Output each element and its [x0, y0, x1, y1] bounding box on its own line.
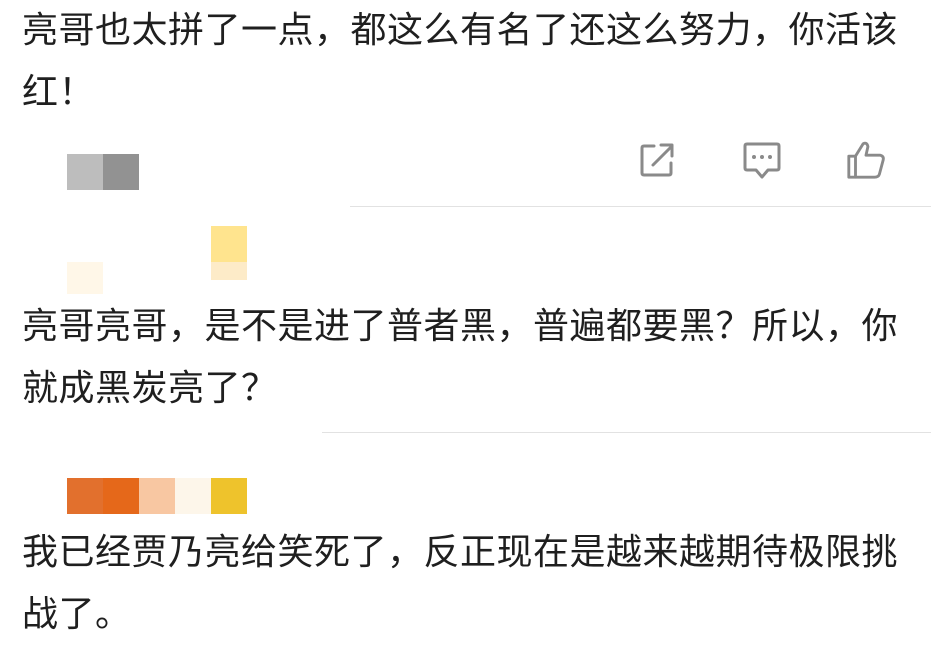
- avatar-mosaic-block: [211, 226, 247, 262]
- comment-text: 亮哥也太拼了一点，都这么有名了还这么努力，你活该红！: [22, 10, 899, 113]
- comment-icon: [743, 142, 781, 179]
- share-button[interactable]: [636, 138, 678, 182]
- avatar-mosaic-block: [175, 478, 211, 514]
- like-button[interactable]: [845, 138, 887, 182]
- avatar-mosaic-block: [67, 154, 103, 190]
- avatar-mosaic-block: [103, 478, 139, 514]
- avatar-mosaic-block: [67, 478, 103, 514]
- comment-divider: [322, 432, 931, 433]
- avatar-mosaic-block: [211, 478, 247, 514]
- avatar-mosaic-block: [139, 478, 175, 514]
- comment-divider: [350, 206, 931, 207]
- share-icon: [640, 143, 674, 177]
- avatar-mosaic-block: [211, 262, 247, 280]
- comment-text: 我已经贾乃亮给笑死了，反正现在是越来越期待极限挑战了。: [22, 532, 899, 635]
- comment-text: 亮哥亮哥，是不是进了普者黑，普遍都要黑？所以，你就成黑炭亮了？: [22, 306, 899, 409]
- reply-button[interactable]: [741, 138, 783, 182]
- avatar-mosaic-block: [67, 262, 103, 294]
- avatar-mosaic-block: [103, 154, 139, 190]
- thumbs-up-icon: [847, 141, 885, 179]
